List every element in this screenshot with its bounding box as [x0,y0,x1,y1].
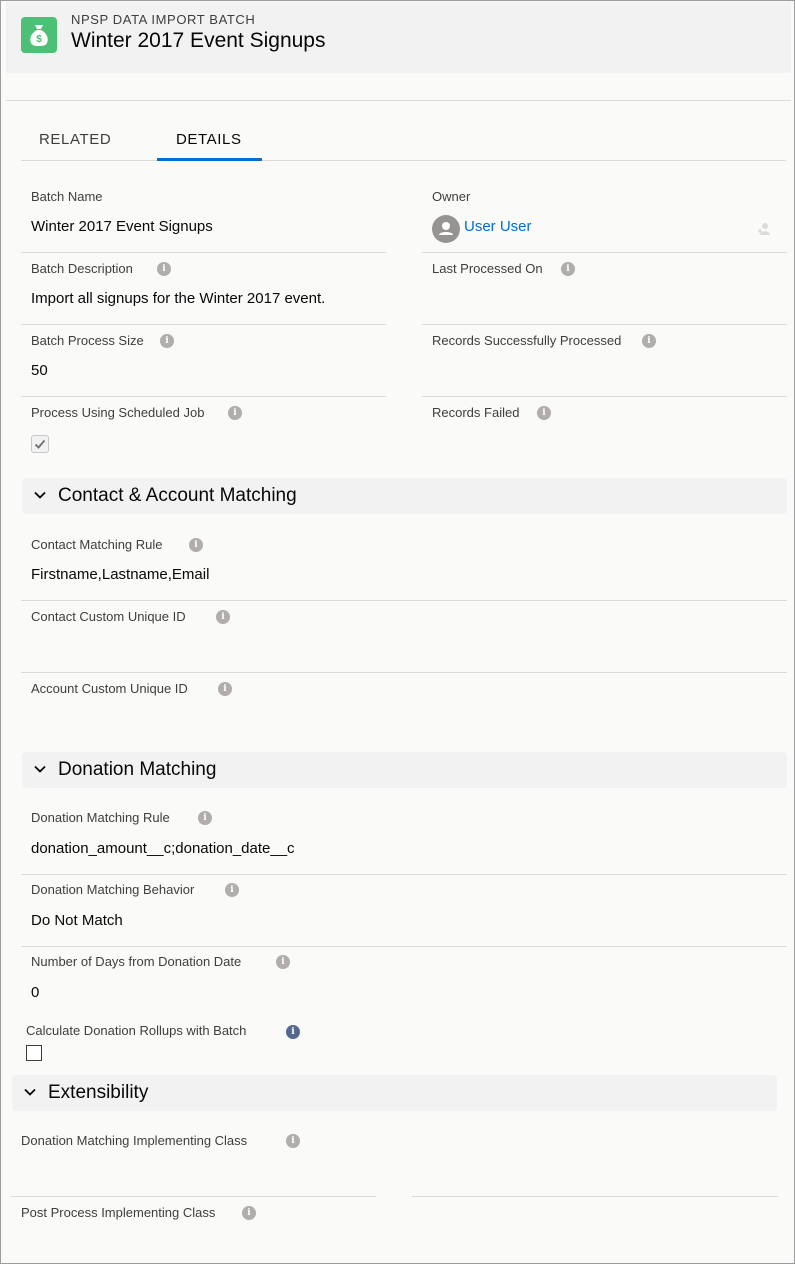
records-successfully-processed-label: Records Successfully Processed [432,333,622,348]
owner-link[interactable]: User User [464,218,532,235]
info-icon[interactable]: i [276,955,290,969]
section-title: Contact & Account Matching [58,485,297,506]
info-icon[interactable]: i [189,538,203,552]
info-icon[interactable]: i [286,1025,300,1039]
days-from-donation-date-label: Number of Days from Donation Date [31,954,242,969]
batch-process-size-value: 50 [31,362,48,379]
days-from-donation-date-value: 0 [31,984,40,1001]
contact-matching-rule-label: Contact Matching Rule [31,537,163,552]
checkmark-icon [34,439,46,449]
donation-matching-rule-label: Donation Matching Rule [31,810,170,825]
info-icon[interactable]: i [642,334,656,348]
field-divider [21,600,787,601]
batch-name-label: Batch Name [31,189,103,204]
info-icon[interactable]: i [198,811,212,825]
contact-matching-rule-value: Firstname,Lastname,Email [31,566,210,583]
donation-matching-behavior-value: Do Not Match [31,912,123,929]
last-processed-on-label: Last Processed On [432,261,543,276]
money-bag-icon: $ [21,17,57,53]
info-icon[interactable]: i [286,1134,300,1148]
info-icon[interactable]: i [157,262,171,276]
info-icon[interactable]: i [225,883,239,897]
process-scheduled-job-label: Process Using Scheduled Job [31,405,205,420]
owner-label: Owner [432,189,471,204]
batch-description-value: Import all signups for the Winter 2017 e… [31,290,326,307]
active-tab-indicator [157,158,262,161]
field-divider [11,1196,376,1197]
calculate-rollups-label: Calculate Donation Rollups with Batch [26,1023,247,1038]
field-divider [21,672,787,673]
field-divider [422,252,787,253]
user-avatar-icon [432,215,460,243]
calculate-rollups-checkbox[interactable] [26,1045,42,1061]
batch-description-label: Batch Description [31,261,133,276]
section-title: Donation Matching [58,759,217,780]
donation-matching-class-label: Donation Matching Implementing Class [21,1133,248,1148]
tab-related[interactable]: RELATED [39,131,111,148]
post-process-class-label: Post Process Implementing Class [21,1205,216,1220]
info-icon[interactable]: i [537,406,551,420]
batch-process-size-label: Batch Process Size [31,333,144,348]
chevron-down-icon [34,765,46,773]
field-divider [21,874,787,875]
field-divider [21,946,787,947]
info-icon[interactable]: i [218,682,232,696]
tab-details[interactable]: DETAILS [176,131,242,148]
info-icon[interactable]: i [242,1206,256,1220]
records-failed-label: Records Failed [432,405,520,420]
change-owner-icon[interactable] [757,222,771,236]
info-icon[interactable]: i [160,334,174,348]
tabs-divider [21,160,786,161]
field-divider [422,324,787,325]
info-icon[interactable]: i [216,610,230,624]
donation-matching-behavior-label: Donation Matching Behavior [31,882,195,897]
object-type-label: NPSP DATA IMPORT BATCH [71,12,256,27]
field-divider [21,252,386,253]
field-divider [21,324,386,325]
section-donation-matching[interactable]: Donation Matching [22,752,787,788]
chevron-down-icon [34,491,46,499]
chevron-down-icon [24,1088,36,1096]
scheduled-job-checkbox [31,435,49,453]
batch-name-value: Winter 2017 Event Signups [31,218,213,235]
svg-text:$: $ [36,34,42,45]
info-icon[interactable]: i [228,406,242,420]
record-header: $ NPSP DATA IMPORT BATCH Winter 2017 Eve… [6,2,791,73]
section-contact-account-matching[interactable]: Contact & Account Matching [22,478,787,514]
field-divider [21,396,386,397]
record-page: $ NPSP DATA IMPORT BATCH Winter 2017 Eve… [0,0,795,1264]
header-divider [6,100,791,101]
field-divider [422,396,787,397]
field-divider [412,1196,778,1197]
account-custom-unique-id-label: Account Custom Unique ID [31,681,188,696]
section-extensibility[interactable]: Extensibility [12,1075,777,1111]
contact-custom-unique-id-label: Contact Custom Unique ID [31,609,186,624]
donation-matching-rule-value: donation_amount__c;donation_date__c [31,840,295,857]
page-title: Winter 2017 Event Signups [71,29,326,52]
info-icon[interactable]: i [561,262,575,276]
section-title: Extensibility [48,1082,149,1103]
